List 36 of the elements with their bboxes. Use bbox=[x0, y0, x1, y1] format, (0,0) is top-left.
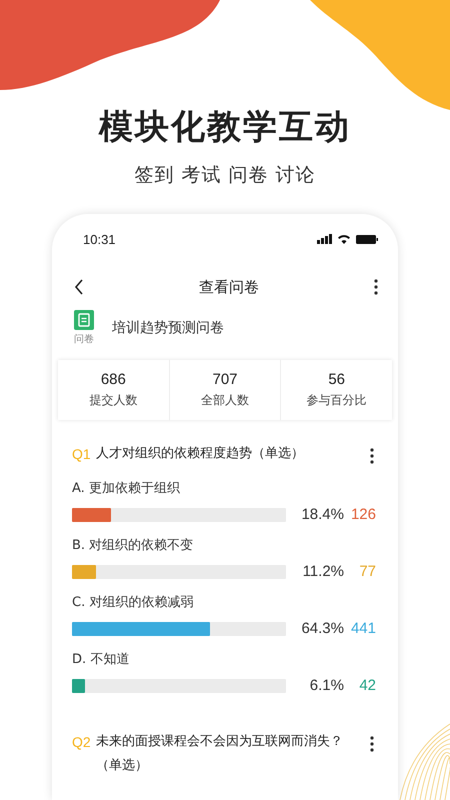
more-icon bbox=[370, 736, 374, 752]
survey-title: 培训趋势预测问卷 bbox=[112, 319, 224, 337]
subheadline: 签到 考试 问卷 讨论 bbox=[134, 163, 316, 188]
signal-icon bbox=[317, 234, 332, 244]
question-text: 未来的面授课程会不会因为互联网而消失？（单选） bbox=[96, 733, 344, 775]
option-label: C. 对组织的依赖减弱 bbox=[72, 594, 194, 612]
option-percent: 11.2% bbox=[302, 563, 344, 580]
option-label: B. 对组织的依赖不变 bbox=[72, 537, 194, 555]
option-percent: 6.1% bbox=[308, 677, 344, 694]
option-count: 126 bbox=[350, 506, 376, 523]
question-text: 人才对组织的依赖程度趋势（单选） bbox=[96, 445, 305, 463]
document-icon bbox=[74, 310, 94, 330]
stat-value: 56 bbox=[328, 371, 346, 388]
page-title: 查看问卷 bbox=[199, 278, 259, 296]
question-number: Q2 bbox=[72, 733, 92, 752]
stat-label: 提交人数 bbox=[89, 392, 138, 409]
option-count: 441 bbox=[350, 620, 376, 637]
stat-label: 参与百分比 bbox=[306, 392, 367, 409]
option-count: 42 bbox=[358, 677, 376, 694]
headline: 模块化教学互动 bbox=[99, 106, 351, 149]
more-icon bbox=[374, 279, 378, 295]
stat-value: 686 bbox=[100, 371, 126, 388]
more-icon bbox=[370, 448, 374, 464]
back-chevron-icon bbox=[74, 279, 84, 295]
survey-label: 问卷 bbox=[74, 333, 94, 346]
option-percent: 64.3% bbox=[300, 620, 344, 637]
question-number: Q1 bbox=[72, 445, 92, 464]
wifi-icon bbox=[337, 234, 351, 244]
option-label: A. 更加依赖于组织 bbox=[72, 480, 181, 498]
option-label: D. 不知道 bbox=[72, 651, 130, 669]
stat-value: 707 bbox=[212, 371, 238, 388]
option-count: 77 bbox=[358, 563, 376, 580]
stat-label: 全部人数 bbox=[201, 392, 249, 409]
battery-icon bbox=[356, 234, 378, 244]
option-percent: 18.4% bbox=[300, 506, 344, 523]
status-time: 10:31 bbox=[83, 232, 116, 246]
